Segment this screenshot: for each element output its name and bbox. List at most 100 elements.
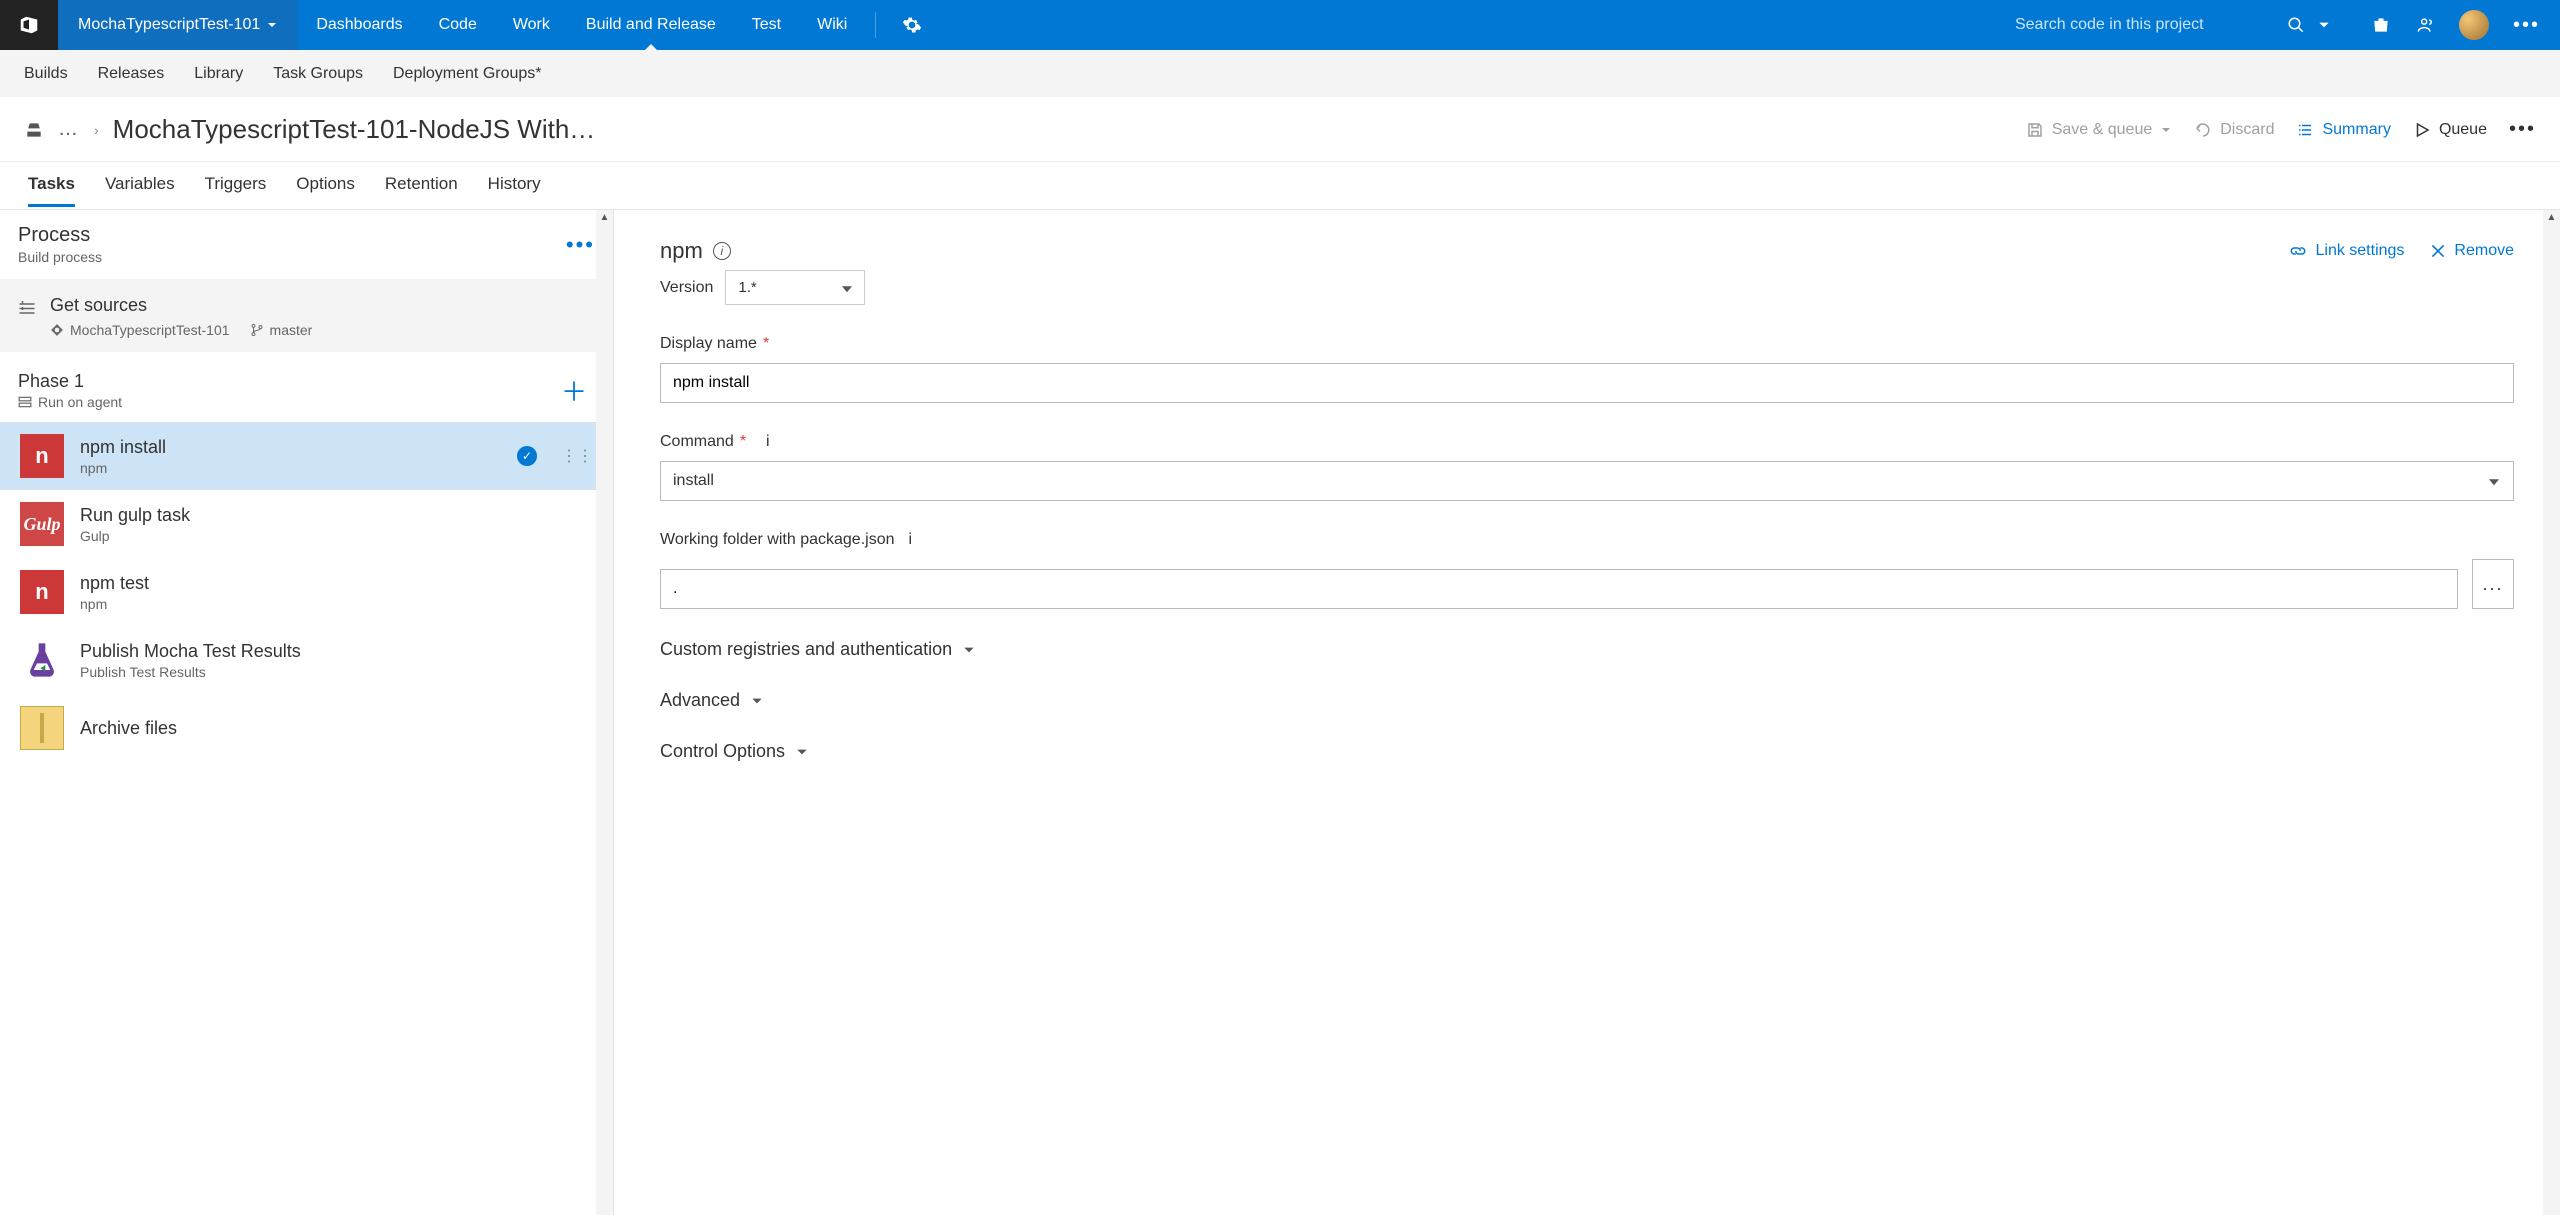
queue-button[interactable]: Queue [2413,121,2487,139]
link-icon [2289,243,2307,259]
repo-icon [50,323,64,337]
people-icon[interactable] [2415,15,2435,35]
list-icon [2296,121,2314,139]
process-title: Process [18,224,102,247]
display-name-label: Display name* [660,335,2514,353]
info-icon[interactable]: i [766,433,770,451]
branch-icon [250,323,264,337]
working-folder-label: Working folder with package.json i [660,531,2514,549]
scrollbar[interactable]: ▲ [596,210,613,1215]
discard-button[interactable]: Discard [2194,121,2274,139]
sources-branch: master [250,322,313,338]
chevron-down-icon[interactable] [2317,18,2331,32]
flask-icon [20,638,64,682]
task-detail-panel: npm i Link settings Remove Version 1.* [614,210,2560,1215]
tab-triggers[interactable]: Triggers [205,164,267,207]
play-icon [2413,121,2431,139]
working-folder-input[interactable] [660,569,2458,609]
project-name: MochaTypescriptTest-101 [78,16,260,34]
check-icon: ✓ [517,446,537,466]
add-task-button[interactable]: ＋ [561,372,595,409]
process-subtitle: Build process [18,249,102,265]
info-icon[interactable]: i [909,531,913,549]
gear-icon [902,15,922,35]
task-publish-results[interactable]: Publish Mocha Test Results Publish Test … [0,626,613,694]
nav-wiki[interactable]: Wiki [799,0,865,50]
subnav-library[interactable]: Library [194,65,243,83]
chevron-down-icon [266,19,278,31]
more-icon[interactable]: ••• [2513,14,2540,37]
search-icon[interactable] [2287,16,2305,34]
page-title: MochaTypescriptTest-101-NodeJS With… [113,114,596,145]
drag-handle-icon[interactable]: ⋮⋮ [553,446,593,466]
project-selector[interactable]: MochaTypescriptTest-101 [58,0,298,50]
chevron-down-icon [750,694,764,708]
task-gulp[interactable]: Gulp Run gulp task Gulp [0,490,613,558]
display-name-input[interactable] [660,363,2514,403]
phase-title: Phase 1 [18,371,122,392]
save-icon [2026,121,2044,139]
nav-work[interactable]: Work [495,0,568,50]
archive-icon [20,706,64,750]
topbar-right-icons: ••• [2351,0,2560,50]
breadcrumb-more[interactable]: … [58,118,80,141]
marketplace-icon[interactable] [2371,15,2391,35]
info-icon[interactable]: i [713,242,731,260]
link-settings-button[interactable]: Link settings [2289,242,2404,260]
nav-build-release[interactable]: Build and Release [568,0,734,50]
npm-icon: n [20,434,64,478]
chevron-down-icon [795,745,809,759]
tab-options[interactable]: Options [296,164,355,207]
tab-retention[interactable]: Retention [385,164,458,207]
tab-variables[interactable]: Variables [105,164,175,207]
subnav-builds[interactable]: Builds [24,65,68,83]
tab-history[interactable]: History [488,164,541,207]
nav-dashboards[interactable]: Dashboards [298,0,420,50]
nav-code[interactable]: Code [421,0,495,50]
process-row[interactable]: Process Build process ••• [0,210,613,279]
task-npm-test[interactable]: n npm test npm [0,558,613,626]
npm-icon: n [20,570,64,614]
tasks-panel: Process Build process ••• Get sources Mo… [0,210,614,1215]
settings-gear[interactable] [886,0,938,50]
version-label: Version [660,279,713,297]
process-more[interactable]: ••• [566,232,595,258]
task-npm-install[interactable]: n npm install npm ✓ ⋮⋮ [0,422,613,490]
vsts-logo[interactable] [0,0,58,50]
top-nav-bar: MochaTypescriptTest-101 Dashboards Code … [0,0,2560,50]
summary-button[interactable]: Summary [2296,121,2390,139]
scrollbar[interactable]: ▲ [2543,210,2560,1215]
sources-icon [18,299,36,338]
get-sources-row[interactable]: Get sources MochaTypescriptTest-101 mast… [0,279,613,352]
section-custom-registries[interactable]: Custom registries and authentication [660,639,2514,660]
search-input[interactable] [2015,16,2275,34]
remove-button[interactable]: Remove [2430,242,2514,260]
page-header: … › MochaTypescriptTest-101-NodeJS With…… [0,98,2560,162]
version-select[interactable]: 1.* [725,270,865,305]
close-icon [2430,243,2446,259]
command-select[interactable]: install [660,461,2514,501]
detail-title: npm [660,238,703,264]
nav-test[interactable]: Test [734,0,799,50]
chevron-down-icon [2160,124,2172,136]
sources-repo: MochaTypescriptTest-101 [50,322,230,338]
gulp-icon: Gulp [20,502,64,546]
save-queue-button[interactable]: Save & queue [2026,121,2173,139]
chevron-down-icon [962,643,976,657]
user-avatar[interactable] [2459,10,2489,40]
subnav-task-groups[interactable]: Task Groups [273,65,363,83]
subnav-deployment-groups[interactable]: Deployment Groups* [393,65,542,83]
more-actions[interactable]: ••• [2509,118,2536,141]
subnav-releases[interactable]: Releases [98,65,165,83]
hub-subnav: Builds Releases Library Task Groups Depl… [0,50,2560,98]
breadcrumb-chevron: › [94,122,99,138]
top-nav: Dashboards Code Work Build and Release T… [298,0,865,50]
browse-button[interactable]: ... [2472,559,2514,609]
section-advanced[interactable]: Advanced [660,690,2514,711]
build-definition-icon [24,120,44,140]
section-control-options[interactable]: Control Options [660,741,2514,762]
agent-icon [18,396,32,408]
phase-row[interactable]: Phase 1 Run on agent ＋ [0,352,613,422]
task-archive[interactable]: Archive files [0,694,613,762]
tab-tasks[interactable]: Tasks [28,164,75,207]
